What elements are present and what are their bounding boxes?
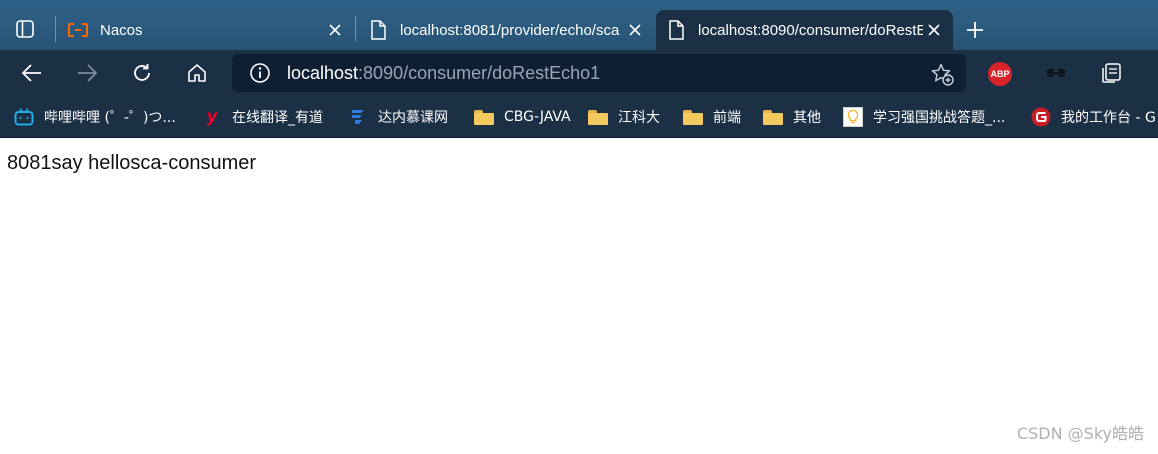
folder-icon <box>763 108 783 126</box>
navigation-toolbar: localhost:8090/consumer/doRestEcho1 ABP <box>0 50 1158 96</box>
new-tab-button[interactable] <box>963 18 987 42</box>
favorites-bar: 哔哩哔哩 (゜-゜)つ... y 在线翻译_有道 达内慕课网 CBG-JAVA … <box>0 96 1158 138</box>
close-icon[interactable] <box>624 19 646 41</box>
refresh-button[interactable] <box>130 61 154 85</box>
tab-label: localhost:8090/consumer/doRestEcho1 <box>698 21 923 39</box>
back-button[interactable] <box>20 61 44 85</box>
bookmark-label: 其他 <box>793 110 821 126</box>
info-icon[interactable] <box>249 62 271 84</box>
forward-arrow-icon <box>78 64 98 82</box>
tab-separator <box>355 16 356 42</box>
gitee-icon <box>1031 107 1051 127</box>
add-favorite-icon[interactable] <box>930 62 954 86</box>
tab-strip: Nacos localhost:8081/provider/echo/sca l… <box>0 0 1158 50</box>
bookmark-bilibili[interactable]: 哔哩哔哩 (゜-゜)つ... <box>14 106 176 128</box>
folder-icon <box>588 108 608 126</box>
url-host: localhost <box>287 62 359 83</box>
bookmark-youdao[interactable]: y 在线翻译_有道 <box>202 106 323 128</box>
bookmark-label: 哔哩哔哩 (゜-゜)つ... <box>44 110 176 126</box>
bookmark-folder-other[interactable]: 其他 <box>763 106 821 128</box>
tarena-icon <box>348 108 368 126</box>
bookmark-folder-frontend[interactable]: 前端 <box>683 106 741 128</box>
back-arrow-icon <box>21 64 41 82</box>
close-icon[interactable] <box>923 19 945 41</box>
response-text: 8081say hellosca-consumer <box>7 152 257 174</box>
bookmark-label: CBG-JAVA <box>504 109 571 125</box>
alibaba-cloud-icon <box>68 20 88 40</box>
tab-label: Nacos <box>100 21 143 39</box>
csdn-watermark: CSDN @Sky皓皓 <box>1016 424 1144 443</box>
bookmark-tarena[interactable]: 达内慕课网 <box>348 106 448 128</box>
collections-icon[interactable] <box>1100 62 1122 84</box>
extension-icon[interactable] <box>1046 66 1066 80</box>
url-path: :8090/consumer/doRestEcho1 <box>358 62 601 83</box>
bookmark-label: 江科大 <box>618 110 660 126</box>
url-text[interactable]: localhost:8090/consumer/doRestEcho1 <box>287 63 600 84</box>
forward-button[interactable] <box>75 61 99 85</box>
tab-label: localhost:8081/provider/echo/sca <box>400 21 620 39</box>
lightbulb-icon <box>843 107 863 127</box>
bookmark-label: 学习强国挑战答题_... <box>873 110 1006 126</box>
plus-icon <box>967 22 983 38</box>
close-icon[interactable] <box>324 19 346 41</box>
home-button[interactable] <box>185 61 209 85</box>
bookmark-label: 达内慕课网 <box>378 110 448 126</box>
bookmark-label: 我的工作台 - G <box>1061 110 1156 126</box>
folder-icon <box>474 108 494 126</box>
tab-nacos[interactable]: Nacos <box>58 10 354 50</box>
bookmark-xuexiqiangguo[interactable]: 学习强国挑战答题_... <box>843 106 1005 128</box>
tab-provider-echo[interactable]: localhost:8081/provider/echo/sca <box>358 10 654 50</box>
vertical-tabs-icon[interactable] <box>14 18 36 40</box>
bookmark-label: 前端 <box>713 110 741 126</box>
page-content: 8081say hellosca-consumer CSDN @Sky皓皓 <box>0 138 1158 454</box>
youdao-icon: y <box>206 107 218 127</box>
tab-consumer-dorestecho[interactable]: localhost:8090/consumer/doRestEcho1 <box>656 10 953 50</box>
page-icon <box>666 20 686 40</box>
bookmark-gitee-workbench[interactable]: 我的工作台 - G <box>1031 106 1156 128</box>
bookmark-label: 在线翻译_有道 <box>232 110 323 126</box>
bookmark-folder-cbg-java[interactable]: CBG-JAVA <box>474 106 571 128</box>
bookmark-folder-jiangkeda[interactable]: 江科大 <box>588 106 660 128</box>
address-bar[interactable]: localhost:8090/consumer/doRestEcho1 <box>232 54 966 92</box>
adblock-plus-icon[interactable]: ABP <box>988 62 1012 86</box>
home-icon <box>188 64 206 82</box>
page-icon <box>368 20 388 40</box>
tab-separator <box>55 16 56 42</box>
folder-icon <box>683 108 703 126</box>
refresh-icon <box>134 64 150 81</box>
bilibili-icon <box>14 108 34 126</box>
